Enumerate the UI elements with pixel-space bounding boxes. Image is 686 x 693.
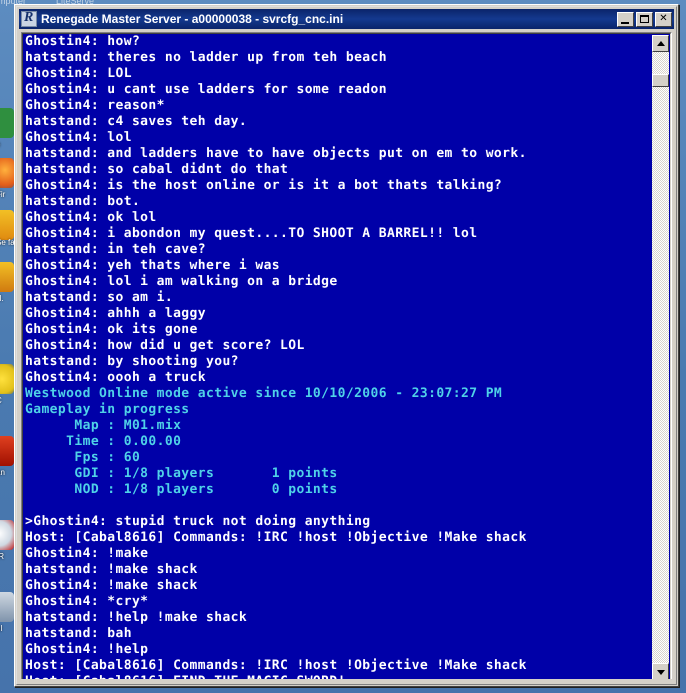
scrollbar-track[interactable]	[652, 52, 669, 663]
window-title: Renegade Master Server - a00000038 - svr…	[41, 12, 344, 26]
app-icon-letter: R	[24, 10, 34, 25]
minimize-button[interactable]	[617, 11, 634, 27]
window-bottom-strip	[21, 679, 672, 682]
desktop-icon-column: e Fir Se fa ill. C an IR ul	[0, 12, 14, 693]
console-line: Westwood Online mode active since 10/10/…	[25, 386, 503, 401]
window-inner-frame: R Renegade Master Server - a00000038 - s…	[16, 6, 677, 685]
desktop-icon-winzip-2[interactable]	[0, 262, 14, 292]
console-line: hatstand: !help !make shack	[25, 610, 248, 625]
desktop-icon-label-6: IR	[0, 552, 4, 561]
desktop-icon-shield[interactable]	[0, 520, 14, 550]
console-line: Host: [Cabal8616] Commands: !IRC !host !…	[25, 530, 527, 545]
close-button[interactable]: ✕	[655, 11, 672, 27]
console-line: hatstand: bot.	[25, 194, 141, 209]
desktop-icon-recycle-bin[interactable]	[0, 108, 14, 138]
console-line: Ghostin4: lol i am walking on a bridge	[25, 274, 338, 289]
console-line: Ghostin4: !make shack	[25, 578, 198, 593]
maximize-icon	[640, 14, 649, 23]
console-log-text: Ghostin4: how? hatstand: theres no ladder…	[25, 34, 640, 679]
desktop-icon-pacman[interactable]	[0, 364, 14, 394]
console-line: hatstand: c4 saves teh day.	[25, 114, 248, 129]
application-window: R Renegade Master Server - a00000038 - s…	[14, 4, 679, 687]
desktop-icon-winzip[interactable]	[0, 210, 14, 240]
console-line: Ghostin4: ahhh a laggy	[25, 306, 206, 321]
console-output[interactable]: Ghostin4: how? hatstand: theres no ladder…	[22, 33, 671, 680]
app-icon: R	[21, 10, 37, 27]
scroll-up-button[interactable]	[652, 35, 669, 52]
scroll-down-button[interactable]	[652, 663, 669, 679]
caret-down-icon	[656, 669, 665, 675]
console-line: Ghostin4: oooh a truck	[25, 370, 206, 385]
console-line: hatstand: in teh cave?	[25, 242, 206, 257]
console-line: Ghostin4: lol	[25, 130, 132, 145]
desktop-background: mputer LiteServe e Fir Se fa ill. C an I…	[0, 0, 686, 693]
console-line: Ghostin4: !help	[25, 642, 149, 657]
desktop-icon-label-5: an	[0, 468, 5, 477]
console-line: Ghostin4: ok its gone	[25, 322, 198, 337]
console-line: NOD : 1/8 players 0 points	[25, 482, 338, 497]
title-bar[interactable]: R Renegade Master Server - a00000038 - s…	[19, 9, 674, 29]
desktop-icon-label-1: Fir	[0, 190, 6, 199]
desktop-icon-label-2: Se fa	[0, 238, 14, 247]
console-line: Ghostin4: u cant use ladders for some re…	[25, 82, 387, 97]
console-line: Ghostin4: how did u get score? LOL	[25, 338, 305, 353]
console-line: Gameplay in progress	[25, 402, 190, 417]
console-line: hatstand: and ladders have to have objec…	[25, 146, 527, 161]
desktop-icon-label-7: ul	[0, 624, 3, 633]
desktop-icon-firefox[interactable]	[0, 158, 14, 188]
desktop-icon-arrows[interactable]	[0, 436, 14, 466]
console-line: Ghostin4: is the host online or is it a …	[25, 178, 503, 193]
minimize-icon	[621, 21, 629, 24]
vertical-scrollbar[interactable]	[652, 35, 669, 679]
desktop-icon-label-3: ill.	[0, 294, 4, 303]
console-line: Ghostin4: i abondon my quest....TO SHOOT…	[25, 226, 478, 241]
desktop-icon-label-4: C	[0, 396, 2, 405]
caret-up-icon	[656, 40, 665, 46]
console-line: Ghostin4: LOL	[25, 66, 132, 81]
maximize-button[interactable]	[636, 11, 653, 27]
console-line: Ghostin4: *cry*	[25, 594, 149, 609]
console-line: hatstand: !make shack	[25, 562, 198, 577]
console-line: Ghostin4: ok lol	[25, 210, 157, 225]
console-line: hatstand: so am i.	[25, 290, 174, 305]
console-line: hatstand: theres no ladder up from teh b…	[25, 50, 387, 65]
desktop-icon-network[interactable]	[0, 592, 14, 622]
console-line: Fps : 60	[25, 450, 141, 465]
console-output-frame: Ghostin4: how? hatstand: theres no ladder…	[21, 32, 672, 681]
scrollbar-thumb[interactable]	[652, 74, 669, 87]
console-line: Ghostin4: how?	[25, 34, 141, 49]
console-line: hatstand: bah	[25, 626, 132, 641]
console-line: Ghostin4: !make	[25, 546, 149, 561]
console-line: Host: [Cabal8616] Commands: !IRC !host !…	[25, 658, 527, 673]
console-line: GDI : 1/8 players 1 points	[25, 466, 338, 481]
console-line: Map : M01.mix	[25, 418, 182, 433]
console-line: >Ghostin4: stupid truck not doing anythi…	[25, 514, 371, 529]
console-line: hatstand: so cabal didnt do that	[25, 162, 289, 177]
console-line: Ghostin4: reason*	[25, 98, 165, 113]
console-line: hatstand: by shooting you?	[25, 354, 239, 369]
console-line: Ghostin4: yeh thats where i was	[25, 258, 281, 273]
console-line: Time : 0.00.00	[25, 434, 182, 449]
close-icon: ✕	[659, 13, 668, 24]
